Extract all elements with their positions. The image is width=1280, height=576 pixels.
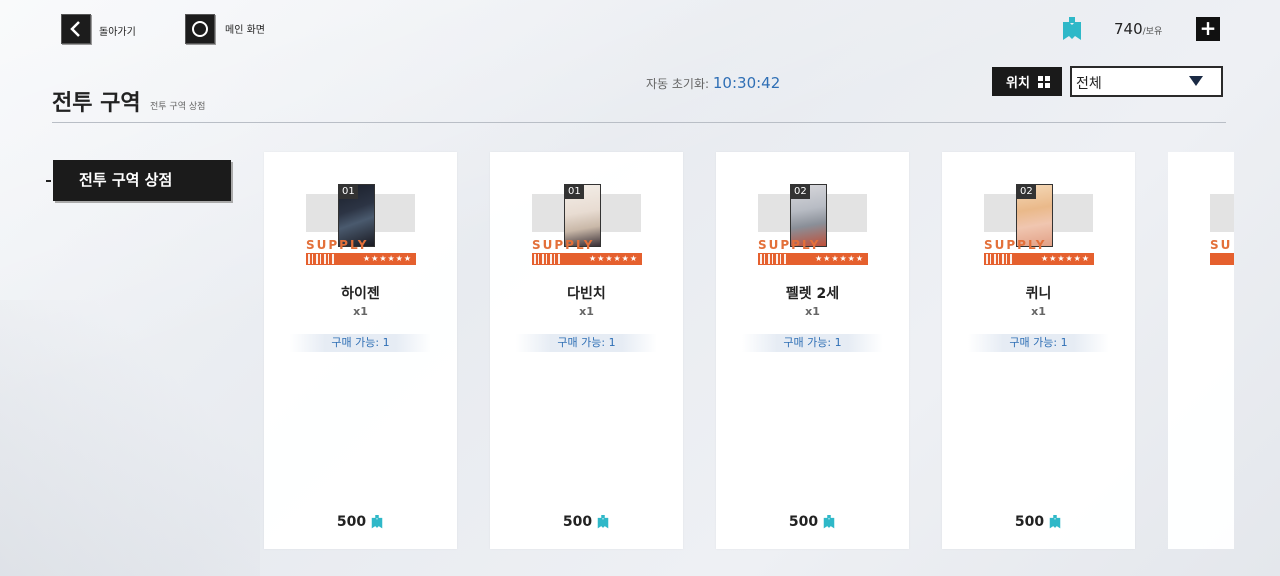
sidebar-marker <box>46 180 51 182</box>
slot-number: 01 <box>339 185 358 199</box>
purchase-limit: 구매 가능: 1 <box>968 334 1109 352</box>
shop-item-card[interactable]: 02 SUPPLY ★★★★★★ 펠렛 2세 x1 구매 가능: 1 500 <box>716 152 909 549</box>
price-value: 500 <box>788 514 819 530</box>
item-name: 다빈치 <box>567 286 606 302</box>
purchase-limit: 구매 가능: 1 <box>516 334 657 352</box>
price-value: 500 <box>336 514 367 530</box>
barcode-decoration <box>986 254 1012 264</box>
dropdown-arrow-icon <box>1189 76 1203 86</box>
rarity-stars: ★★★★★★ <box>1040 254 1090 263</box>
item-banner <box>1210 194 1234 232</box>
price-button[interactable]: 500 <box>716 514 909 530</box>
back-button[interactable] <box>61 14 91 44</box>
ticket-icon <box>1063 17 1081 40</box>
position-label: 위치 <box>1006 76 1030 91</box>
reset-time: 10:30:42 <box>712 74 781 92</box>
currency-value: 740 <box>1114 20 1143 38</box>
shop-item-card[interactable]: 02 SUPPLY ★★★★★★ 퀴니 x1 구매 가능: 1 500 <box>942 152 1135 549</box>
purchase-limit: 구매 가능: 1 <box>290 334 431 352</box>
shop-item-card[interactable]: 01 SUPPLY ★★★★★★ 하이젠 x1 구매 가능: 1 500 <box>264 152 457 549</box>
slot-number: 02 <box>1017 185 1036 199</box>
slot-number: 01 <box>565 185 584 199</box>
reset-label: 자동 초기화: <box>646 77 710 91</box>
barcode-decoration <box>308 254 334 264</box>
price-value: 500 <box>1014 514 1045 530</box>
page-subtitle: 전투 구역 상점 <box>150 102 206 112</box>
rarity-bar <box>1210 253 1234 265</box>
ticket-icon <box>597 515 609 529</box>
rarity-bar: ★★★★★★ <box>532 253 642 265</box>
rarity-bar: ★★★★★★ <box>306 253 416 265</box>
item-name: 하이젠 <box>341 286 380 302</box>
rarity-bar: ★★★★★★ <box>758 253 868 265</box>
ticket-icon <box>1049 515 1061 529</box>
grid-icon <box>1037 75 1050 88</box>
page-title: 전투 구역 <box>52 91 141 116</box>
sidebar-tab-battle-shop[interactable]: 전투 구역 상점 <box>53 160 231 201</box>
shop-item-card-partial[interactable]: SU <box>1168 152 1234 549</box>
position-filter-button[interactable]: 위치 <box>992 67 1062 96</box>
shop-item-card[interactable]: 01 SUPPLY ★★★★★★ 다빈치 x1 구매 가능: 1 500 <box>490 152 683 549</box>
circle-icon <box>192 21 208 37</box>
currency-amount: 740/보유 <box>1114 20 1162 38</box>
barcode-decoration <box>534 254 560 264</box>
item-name: 퀴니 <box>1025 286 1052 302</box>
home-label[interactable]: 메인 화면 <box>225 21 265 36</box>
supply-label: SUPPLY <box>984 238 1047 252</box>
price-value: 500 <box>562 514 593 530</box>
supply-label: SUPPLY <box>532 238 595 252</box>
add-currency-button[interactable]: + <box>1196 17 1220 41</box>
item-quantity: x1 <box>353 305 368 318</box>
price-button[interactable]: 500 <box>942 514 1135 530</box>
home-button[interactable] <box>185 14 215 44</box>
background-facet <box>0 300 260 576</box>
rarity-stars: ★★★★★★ <box>588 254 638 263</box>
title-divider <box>52 122 1226 123</box>
price-button[interactable]: 500 <box>264 514 457 530</box>
position-select[interactable]: 전체 <box>1070 66 1223 97</box>
item-name: 펠렛 2세 <box>785 286 840 302</box>
price-button[interactable]: 500 <box>490 514 683 530</box>
position-select-value: 전체 <box>1076 76 1102 92</box>
rarity-stars: ★★★★★★ <box>362 254 412 263</box>
supply-label: SUPPLY <box>758 238 821 252</box>
rarity-bar: ★★★★★★ <box>984 253 1094 265</box>
currency-suffix: /보유 <box>1142 27 1163 37</box>
purchase-limit: 구매 가능: 1 <box>742 334 883 352</box>
slot-number: 02 <box>791 185 810 199</box>
back-label[interactable]: 돌아가기 <box>99 23 136 38</box>
reset-timer: 자동 초기화: 10:30:42 <box>646 74 780 92</box>
supply-label-fragment: SU <box>1210 238 1233 252</box>
barcode-decoration <box>760 254 786 264</box>
rarity-stars: ★★★★★★ <box>814 254 864 263</box>
chevron-left-icon <box>70 21 80 37</box>
ticket-icon <box>371 515 383 529</box>
item-quantity: x1 <box>805 305 820 318</box>
item-quantity: x1 <box>1031 305 1046 318</box>
supply-label: SUPPLY <box>306 238 369 252</box>
ticket-icon <box>823 515 835 529</box>
item-quantity: x1 <box>579 305 594 318</box>
